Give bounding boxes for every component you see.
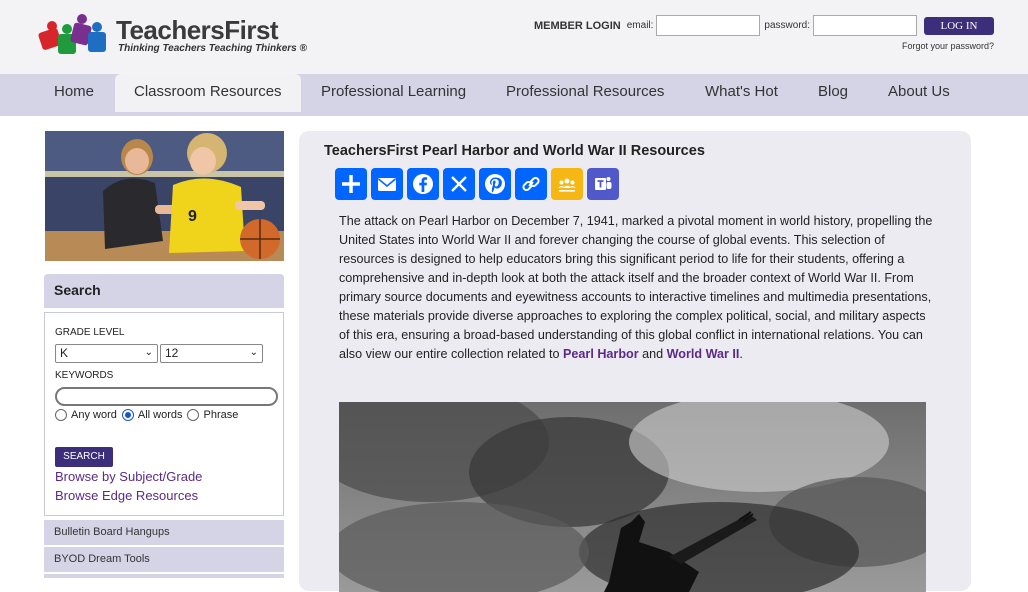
nav-item-about-us[interactable]: About Us: [869, 74, 969, 112]
end-punctuation: .: [739, 347, 743, 361]
sidebar-item-byod-dream-tools[interactable]: BYOD Dream Tools: [44, 547, 284, 572]
burning-ship-image: [339, 402, 926, 592]
logo-tagline: Thinking Teachers Teaching Thinkers ®: [118, 43, 307, 54]
site-header: TeachersFirst Thinking Teachers Teaching…: [0, 0, 1028, 74]
browse-by-subject-link[interactable]: Browse by Subject/Grade: [55, 469, 202, 484]
logo-title: TeachersFirst: [116, 15, 279, 45]
pearl-harbor-link[interactable]: Pearl Harbor: [563, 347, 639, 361]
svg-text:9: 9: [188, 208, 197, 225]
match-options: Any word All words Phrase: [55, 409, 243, 421]
browse-edge-resources-link[interactable]: Browse Edge Resources: [55, 488, 198, 503]
main-content: TeachersFirst Pearl Harbor and World War…: [299, 131, 971, 592]
main-nav: Home Classroom Resources Professional Le…: [0, 74, 1028, 116]
radio-any-word-label: Any word: [71, 409, 117, 421]
puzzle-people-logo-icon: [38, 14, 106, 54]
login-button[interactable]: LOG IN: [924, 16, 994, 35]
grade-to-select[interactable]: 12 ⌄: [160, 344, 263, 363]
email-field[interactable]: [656, 15, 761, 36]
keywords-label: KEYWORDS: [55, 370, 114, 381]
chevron-down-icon: ⌄: [249, 347, 258, 358]
share-icon[interactable]: [335, 168, 367, 200]
password-label: password:: [764, 20, 810, 31]
chevron-down-icon: ⌄: [144, 347, 153, 358]
x-icon[interactable]: [443, 168, 475, 200]
forgot-password-link[interactable]: Forgot your password?: [902, 41, 994, 51]
password-field[interactable]: [813, 15, 917, 36]
share-toolbar: [335, 168, 623, 200]
email-icon[interactable]: [371, 168, 403, 200]
search-panel: GRADE LEVEL K ⌄ 12 ⌄ KEYWORDS Any word A…: [44, 312, 284, 516]
sidebar-item-bulletin-board-hangups[interactable]: Bulletin Board Hangups: [44, 520, 284, 545]
page-title: TeachersFirst Pearl Harbor and World War…: [324, 143, 705, 159]
keywords-input[interactable]: [55, 387, 278, 406]
pearl-harbor-photo: [339, 402, 926, 592]
sidebar-item-next[interactable]: [44, 574, 284, 578]
grade-level-label: GRADE LEVEL: [55, 327, 125, 338]
search-panel-title: Search: [44, 274, 284, 308]
radio-all-words[interactable]: [121, 409, 134, 421]
nav-item-classroom-resources[interactable]: Classroom Resources: [115, 74, 301, 112]
grade-from-value: K: [60, 346, 69, 360]
radio-all-words-label: All words: [137, 409, 183, 421]
google-classroom-icon[interactable]: [551, 168, 583, 200]
basketball-scene-image: 9: [45, 131, 284, 261]
nav-item-home[interactable]: Home: [35, 74, 113, 112]
nav-item-blog[interactable]: Blog: [799, 74, 867, 112]
basketball-students-photo: 9: [45, 131, 284, 261]
facebook-icon[interactable]: [407, 168, 439, 200]
pinterest-icon[interactable]: [479, 168, 511, 200]
nav-item-professional-learning[interactable]: Professional Learning: [302, 74, 485, 112]
intro-paragraph: The attack on Pearl Harbor on December 7…: [339, 212, 933, 364]
radio-phrase[interactable]: [187, 409, 200, 421]
intro-text: The attack on Pearl Harbor on December 7…: [339, 214, 933, 361]
grade-from-select[interactable]: K ⌄: [55, 344, 158, 363]
radio-any-word[interactable]: [55, 409, 67, 421]
member-login-form: MEMBER LOGIN email: password: LOG IN For…: [534, 15, 994, 55]
teams-icon[interactable]: [587, 168, 619, 200]
world-war-ii-link[interactable]: World War II: [667, 347, 740, 361]
radio-phrase-label: Phrase: [203, 409, 239, 421]
search-button[interactable]: SEARCH: [55, 447, 113, 467]
copy-link-icon[interactable]: [515, 168, 547, 200]
grade-to-value: 12: [165, 346, 179, 360]
member-login-label: MEMBER LOGIN: [533, 19, 621, 32]
and-text: and: [642, 347, 664, 361]
teachersfirst-logo[interactable]: TeachersFirst Thinking Teachers Teaching…: [38, 12, 307, 60]
nav-item-whats-hot[interactable]: What's Hot: [686, 74, 797, 112]
nav-item-professional-resources[interactable]: Professional Resources: [487, 74, 683, 112]
email-label: email:: [626, 20, 654, 31]
